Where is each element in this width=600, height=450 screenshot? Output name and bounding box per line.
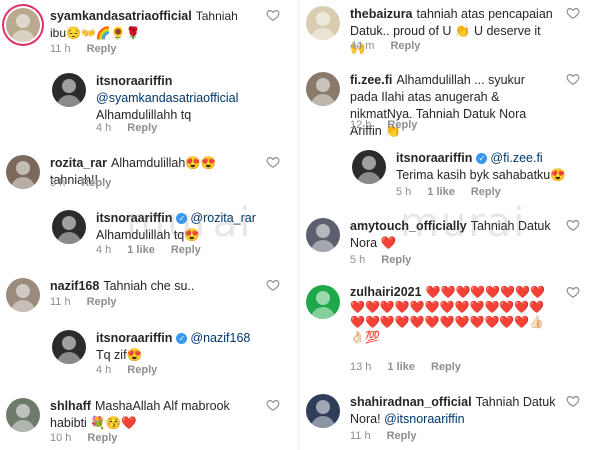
comment-text: Tq zif😍 bbox=[96, 348, 143, 362]
comment-time: 5 h bbox=[350, 254, 366, 266]
comment-username[interactable]: itsnoraariffin bbox=[396, 151, 472, 165]
like-count[interactable]: 1 like bbox=[387, 361, 415, 373]
comment-time: 11 h bbox=[350, 430, 371, 442]
comment-username[interactable]: itsnoraariffin bbox=[96, 211, 172, 225]
reply-button[interactable]: Reply bbox=[387, 119, 417, 131]
reply-button[interactable]: Reply bbox=[390, 40, 420, 52]
comment-mention[interactable]: @nazif168 bbox=[190, 331, 250, 345]
avatar[interactable] bbox=[306, 72, 340, 106]
avatar[interactable] bbox=[6, 278, 40, 312]
comment-text: Alhamdulillahh tq bbox=[96, 108, 192, 122]
avatar[interactable] bbox=[6, 155, 40, 189]
avatar[interactable] bbox=[306, 6, 340, 40]
like-heart-icon[interactable] bbox=[566, 285, 580, 299]
comment-time: 10 h bbox=[50, 432, 72, 444]
avatar[interactable] bbox=[306, 394, 340, 428]
comment-mention[interactable]: @itsnoraariffin bbox=[384, 412, 465, 426]
comment-username[interactable]: amytouch_officially bbox=[350, 219, 467, 233]
reply-button[interactable]: Reply bbox=[87, 432, 117, 444]
comment-text: Tahniah che su.. bbox=[103, 279, 195, 293]
comment-time: 4 h bbox=[96, 122, 112, 134]
reply-button[interactable]: Reply bbox=[387, 430, 417, 442]
comment-time: 4 h bbox=[96, 364, 112, 376]
reply-button[interactable]: Reply bbox=[87, 296, 117, 308]
comment-username[interactable]: rozita_rar bbox=[50, 156, 107, 170]
comment-username[interactable]: itsnoraariffin bbox=[96, 74, 172, 88]
like-heart-icon[interactable] bbox=[266, 278, 280, 292]
comment-time: 13 h bbox=[350, 361, 372, 373]
comment-time: 4 h bbox=[96, 244, 112, 256]
like-heart-icon[interactable] bbox=[266, 155, 280, 169]
comment-username[interactable]: itsnoraariffin bbox=[96, 331, 172, 345]
verified-badge-icon: ✓ bbox=[476, 153, 488, 164]
comment-time: 12 h bbox=[350, 119, 372, 131]
like-count[interactable]: 1 like bbox=[127, 244, 155, 256]
verified-badge-icon: ✓ bbox=[176, 333, 188, 344]
like-count[interactable]: 1 like bbox=[427, 186, 455, 198]
comment-time: 44 m bbox=[350, 40, 375, 52]
avatar[interactable] bbox=[6, 398, 40, 432]
comment-time: 11 h bbox=[50, 296, 71, 308]
reply-button[interactable]: Reply bbox=[127, 122, 157, 134]
comment-time: 5 h bbox=[50, 177, 66, 189]
avatar[interactable] bbox=[352, 150, 386, 184]
comment-mention[interactable]: @syamkandasatriaofficial bbox=[96, 91, 238, 105]
comment-mention[interactable]: @rozita_rar bbox=[190, 211, 256, 225]
comment-time: 11 h bbox=[50, 43, 71, 55]
comment-time: 5 h bbox=[396, 186, 412, 198]
avatar[interactable] bbox=[6, 8, 40, 42]
comment-username[interactable]: thebaizura bbox=[350, 7, 413, 21]
comment-mention[interactable]: @fi.zee.fi bbox=[490, 151, 542, 165]
avatar[interactable] bbox=[52, 210, 86, 244]
verified-badge-icon: ✓ bbox=[176, 213, 188, 224]
avatar[interactable] bbox=[52, 73, 86, 107]
comment-username[interactable]: syamkandasatriaofficial bbox=[50, 9, 192, 23]
comments-column-right: thebaizura tahniah atas pencapaian Datuk.… bbox=[306, 0, 598, 450]
comment-username[interactable]: shahiradnan_official bbox=[350, 395, 472, 409]
comment-username[interactable]: shlhaff bbox=[50, 399, 91, 413]
reply-button[interactable]: Reply bbox=[81, 177, 111, 189]
reply-button[interactable]: Reply bbox=[127, 364, 157, 376]
comment-username[interactable]: fi.zee.fi bbox=[350, 73, 392, 87]
like-heart-icon[interactable] bbox=[566, 6, 580, 20]
like-heart-icon[interactable] bbox=[266, 398, 280, 412]
comment-username[interactable]: zulhairi2021 bbox=[350, 285, 422, 299]
reply-button[interactable]: Reply bbox=[171, 244, 201, 256]
comment-username[interactable]: nazif168 bbox=[50, 279, 99, 293]
reply-button[interactable]: Reply bbox=[87, 43, 117, 55]
avatar[interactable] bbox=[306, 218, 340, 252]
like-heart-icon[interactable] bbox=[566, 218, 580, 232]
like-heart-icon[interactable] bbox=[566, 72, 580, 86]
like-heart-icon[interactable] bbox=[566, 394, 580, 408]
reply-button[interactable]: Reply bbox=[381, 254, 411, 266]
comments-column-left: syamkandasatriaofficial Tahniah ibu😔👐🌈🌻🌹 … bbox=[6, 0, 298, 450]
reply-button[interactable]: Reply bbox=[431, 361, 461, 373]
comment-text: Alhamdulillah tq😍 bbox=[96, 228, 200, 242]
avatar[interactable] bbox=[306, 285, 340, 319]
reply-button[interactable]: Reply bbox=[471, 186, 501, 198]
avatar[interactable] bbox=[52, 330, 86, 364]
comment-text: Terima kasih byk sahabatku😍 bbox=[396, 168, 566, 182]
column-divider bbox=[298, 0, 299, 450]
like-heart-icon[interactable] bbox=[266, 8, 280, 22]
